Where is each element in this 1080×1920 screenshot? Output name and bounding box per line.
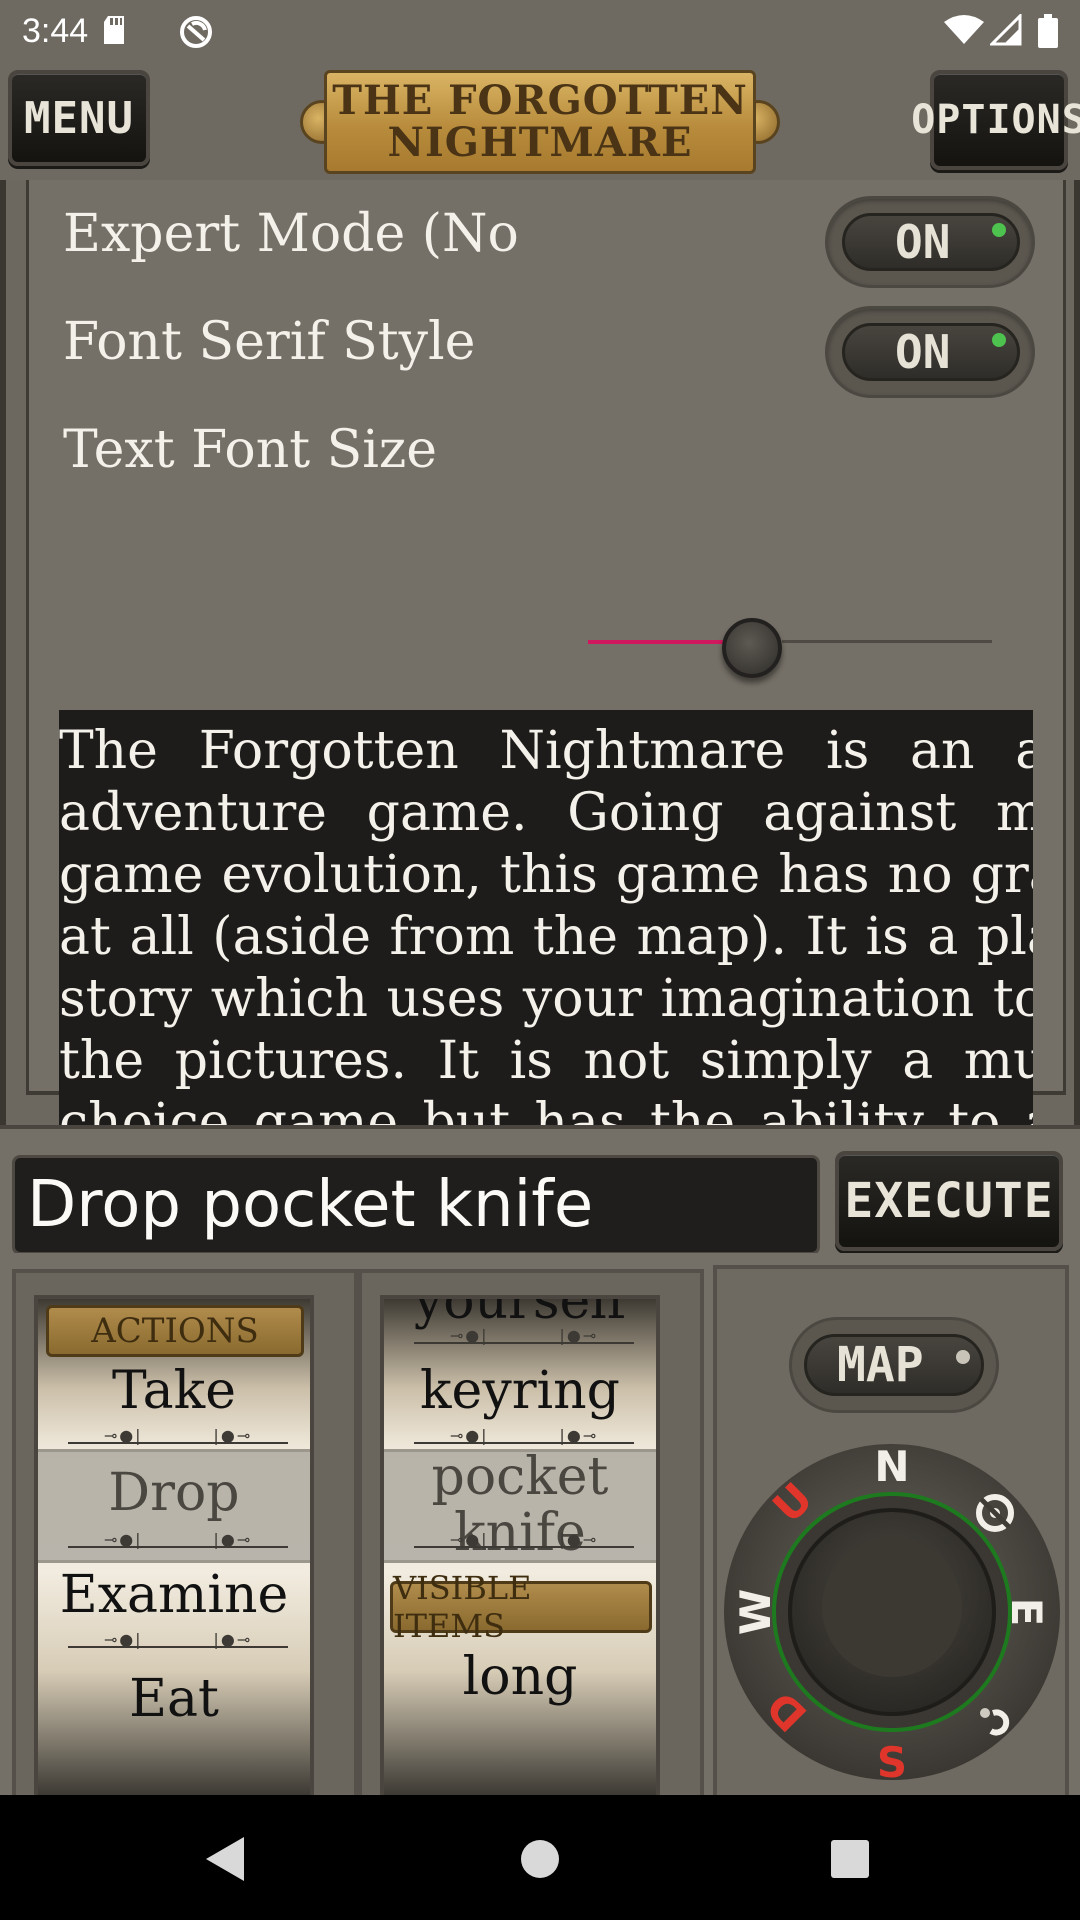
expert-mode-toggle[interactable]: ON xyxy=(825,196,1035,288)
expert-mode-state: ON xyxy=(895,215,951,269)
map-button[interactable]: MAP xyxy=(789,1317,999,1413)
map-button-label: MAP xyxy=(837,1337,924,1393)
options-panel: Expert Mode (No ON Font Serif Style ON T… xyxy=(0,180,1080,1265)
text-font-size-label: Text Font Size xyxy=(63,420,438,480)
font-serif-label: Font Serif Style xyxy=(63,312,476,372)
controls-area: ACTIONS Take Drop Examine Eat yourself k… xyxy=(0,1253,1080,1799)
item-entry[interactable]: long xyxy=(384,1647,656,1707)
status-bar: 3:44 xyxy=(0,0,1080,64)
wheel-divider xyxy=(414,1326,634,1351)
wifi-icon xyxy=(944,15,984,44)
items-wheel[interactable]: yourself keyring pocket knife VISIBLE IT… xyxy=(380,1295,660,1799)
game-header: MENU THE FORGOTTEN NIGHTMARE OPTIONS xyxy=(0,64,1080,180)
font-size-slider-thumb[interactable] xyxy=(722,618,782,678)
action-item[interactable]: Examine xyxy=(38,1565,310,1625)
recents-icon[interactable] xyxy=(830,1839,870,1879)
expert-mode-label: Expert Mode (No xyxy=(63,204,519,264)
font-size-slider-fill xyxy=(588,640,728,644)
home-icon[interactable] xyxy=(520,1839,560,1879)
status-time: 3:44 xyxy=(22,12,89,50)
game-title-line1: THE FORGOTTEN xyxy=(332,77,748,124)
sd-card-icon xyxy=(104,16,124,44)
items-wheel-box: yourself keyring pocket knife VISIBLE IT… xyxy=(358,1269,704,1799)
compass-west[interactable]: W xyxy=(731,1589,780,1635)
compass-east[interactable]: E xyxy=(1002,1598,1051,1627)
navigation-bar xyxy=(0,1795,1080,1920)
signal-icon xyxy=(990,14,1022,46)
compass-south[interactable]: S xyxy=(877,1738,907,1787)
actions-wheel-box: ACTIONS Take Drop Examine Eat xyxy=(12,1269,358,1799)
action-item-selected[interactable]: Drop xyxy=(38,1463,310,1523)
toggle-indicator-icon xyxy=(992,333,1006,347)
visible-items-badge: VISIBLE ITEMS xyxy=(390,1569,652,1645)
compass-north[interactable]: N xyxy=(874,1442,909,1491)
compass-box: MAP N S E W U D xyxy=(713,1265,1069,1795)
wheel-divider xyxy=(414,1530,634,1555)
actions-badge: ACTIONS xyxy=(46,1305,304,1357)
options-button[interactable]: OPTIONS xyxy=(911,70,1080,170)
toggle-indicator-icon xyxy=(992,223,1006,237)
item-selected-line1: pocket xyxy=(431,1447,609,1507)
font-size-slider-track[interactable] xyxy=(782,640,992,643)
command-bar: Drop pocket knife EXECUTE xyxy=(0,1125,1080,1255)
execute-button[interactable]: EXECUTE xyxy=(835,1151,1063,1251)
action-item[interactable]: Take xyxy=(38,1361,310,1421)
battery-icon xyxy=(1038,14,1058,48)
item-entry[interactable]: keyring xyxy=(384,1361,656,1421)
command-input[interactable]: Drop pocket knife xyxy=(12,1155,820,1255)
font-serif-state: ON xyxy=(895,325,951,379)
game-title-plate: THE FORGOTTEN NIGHTMARE xyxy=(300,70,780,174)
wheel-divider xyxy=(68,1630,288,1655)
wheel-divider xyxy=(68,1530,288,1555)
action-item[interactable]: Eat xyxy=(38,1669,310,1729)
compass-joystick-center xyxy=(822,1537,962,1677)
compass[interactable]: N S E W U D xyxy=(717,1437,1067,1787)
map-indicator-icon xyxy=(956,1350,970,1364)
font-serif-toggle[interactable]: ON xyxy=(825,306,1035,398)
back-icon[interactable] xyxy=(204,1835,248,1883)
menu-button[interactable]: MENU xyxy=(8,70,150,166)
sync-icon xyxy=(180,16,212,48)
game-title-line2: NIGHTMARE xyxy=(387,119,693,166)
actions-wheel[interactable]: ACTIONS Take Drop Examine Eat xyxy=(34,1295,314,1799)
